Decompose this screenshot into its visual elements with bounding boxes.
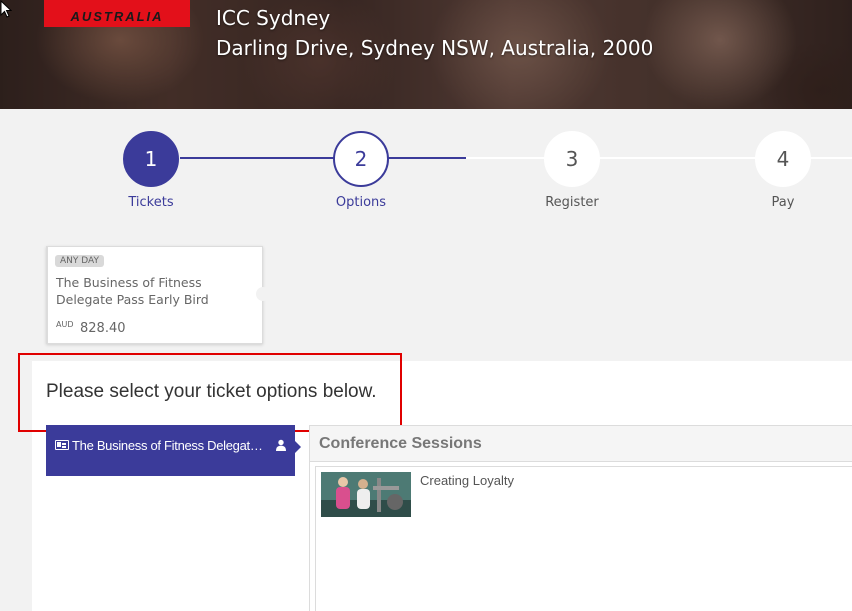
user-icon xyxy=(276,439,286,451)
step-number: 2 xyxy=(354,147,368,171)
sessions-title: Conference Sessions xyxy=(319,435,482,452)
step-number: 3 xyxy=(565,147,579,171)
selected-ticket-card[interactable]: ANY DAY The Business of Fitness Delegate… xyxy=(46,246,270,344)
mouse-cursor-icon xyxy=(0,0,12,18)
event-banner: AUSTRALIA ICC Sydney Darling Drive, Sydn… xyxy=(0,0,852,109)
step-label-options: Options xyxy=(335,195,387,210)
id-card-icon xyxy=(55,440,69,450)
ticket-currency: AUD xyxy=(56,320,74,329)
session-title: Creating Loyalty xyxy=(420,473,514,488)
stepper-line-completed xyxy=(180,157,466,159)
step-number: 1 xyxy=(144,147,158,171)
step-label-tickets: Tickets xyxy=(128,195,174,210)
step-options[interactable]: 2 xyxy=(333,131,389,187)
step-register: 3 xyxy=(544,131,600,187)
session-item[interactable]: Creating Loyalty xyxy=(315,466,852,611)
step-number: 4 xyxy=(776,147,790,171)
event-logo: AUSTRALIA xyxy=(44,0,190,27)
session-thumbnail xyxy=(321,472,411,517)
venue-name: ICC Sydney xyxy=(216,6,331,30)
step-label-pay: Pay xyxy=(771,195,795,210)
ticket-name: The Business of Fitness Delegate Pass Ea… xyxy=(56,275,209,307)
step-tickets[interactable]: 1 xyxy=(123,131,179,187)
ticket-notch xyxy=(256,287,270,301)
ticket-option-tab[interactable]: The Business of Fitness Delegate Pass Ea… xyxy=(46,425,301,476)
ticket-tab-label: The Business of Fitness Delegate Pass Ea… xyxy=(72,438,268,453)
step-label-register: Register xyxy=(545,195,599,210)
sessions-header: Conference Sessions xyxy=(310,426,852,462)
ticket-day-badge: ANY DAY xyxy=(55,255,104,267)
venue-address: Darling Drive, Sydney NSW, Australia, 20… xyxy=(216,36,654,60)
conference-sessions-panel: Conference Sessions Creating Loyalty xyxy=(309,425,852,611)
highlight-annotation xyxy=(18,353,402,432)
ticket-price: 828.40 xyxy=(80,321,126,336)
step-pay: 4 xyxy=(755,131,811,187)
logo-text: AUSTRALIA xyxy=(44,9,190,24)
